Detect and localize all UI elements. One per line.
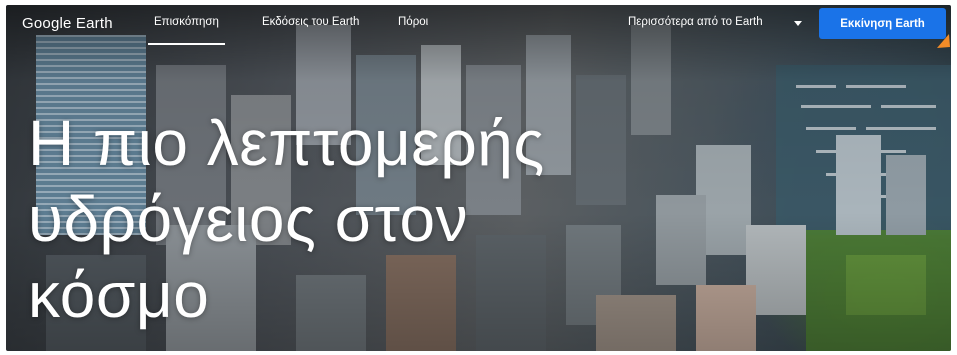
hero-line-3: κόσμο (28, 259, 210, 331)
top-navigation-bar: Google Earth Επισκόπηση Εκδόσεις του Ear… (6, 5, 951, 48)
cursor-arrow-icon (937, 34, 950, 48)
google-earth-logo[interactable]: Google Earth (22, 15, 113, 32)
hero-banner: Google Earth Επισκόπηση Εκδόσεις του Ear… (6, 5, 951, 351)
nav-link-resources[interactable]: Πόροι (398, 16, 428, 28)
nav-link-earth-versions[interactable]: Εκδόσεις του Earth (262, 16, 359, 28)
hero-line-1: Η πιο λεπτομερής (28, 107, 545, 179)
hero-headline: Η πιο λεπτομερής υδρόγειος στον κόσμο (28, 105, 708, 333)
chevron-down-icon[interactable] (794, 21, 802, 26)
nav-link-overview[interactable]: Επισκόπηση (148, 16, 225, 45)
hero-line-2: υδρόγειος στον (28, 183, 469, 255)
launch-earth-button[interactable]: Εκκίνηση Earth (819, 8, 946, 39)
more-from-earth-menu[interactable]: Περισσότερα από το Earth (628, 16, 763, 28)
